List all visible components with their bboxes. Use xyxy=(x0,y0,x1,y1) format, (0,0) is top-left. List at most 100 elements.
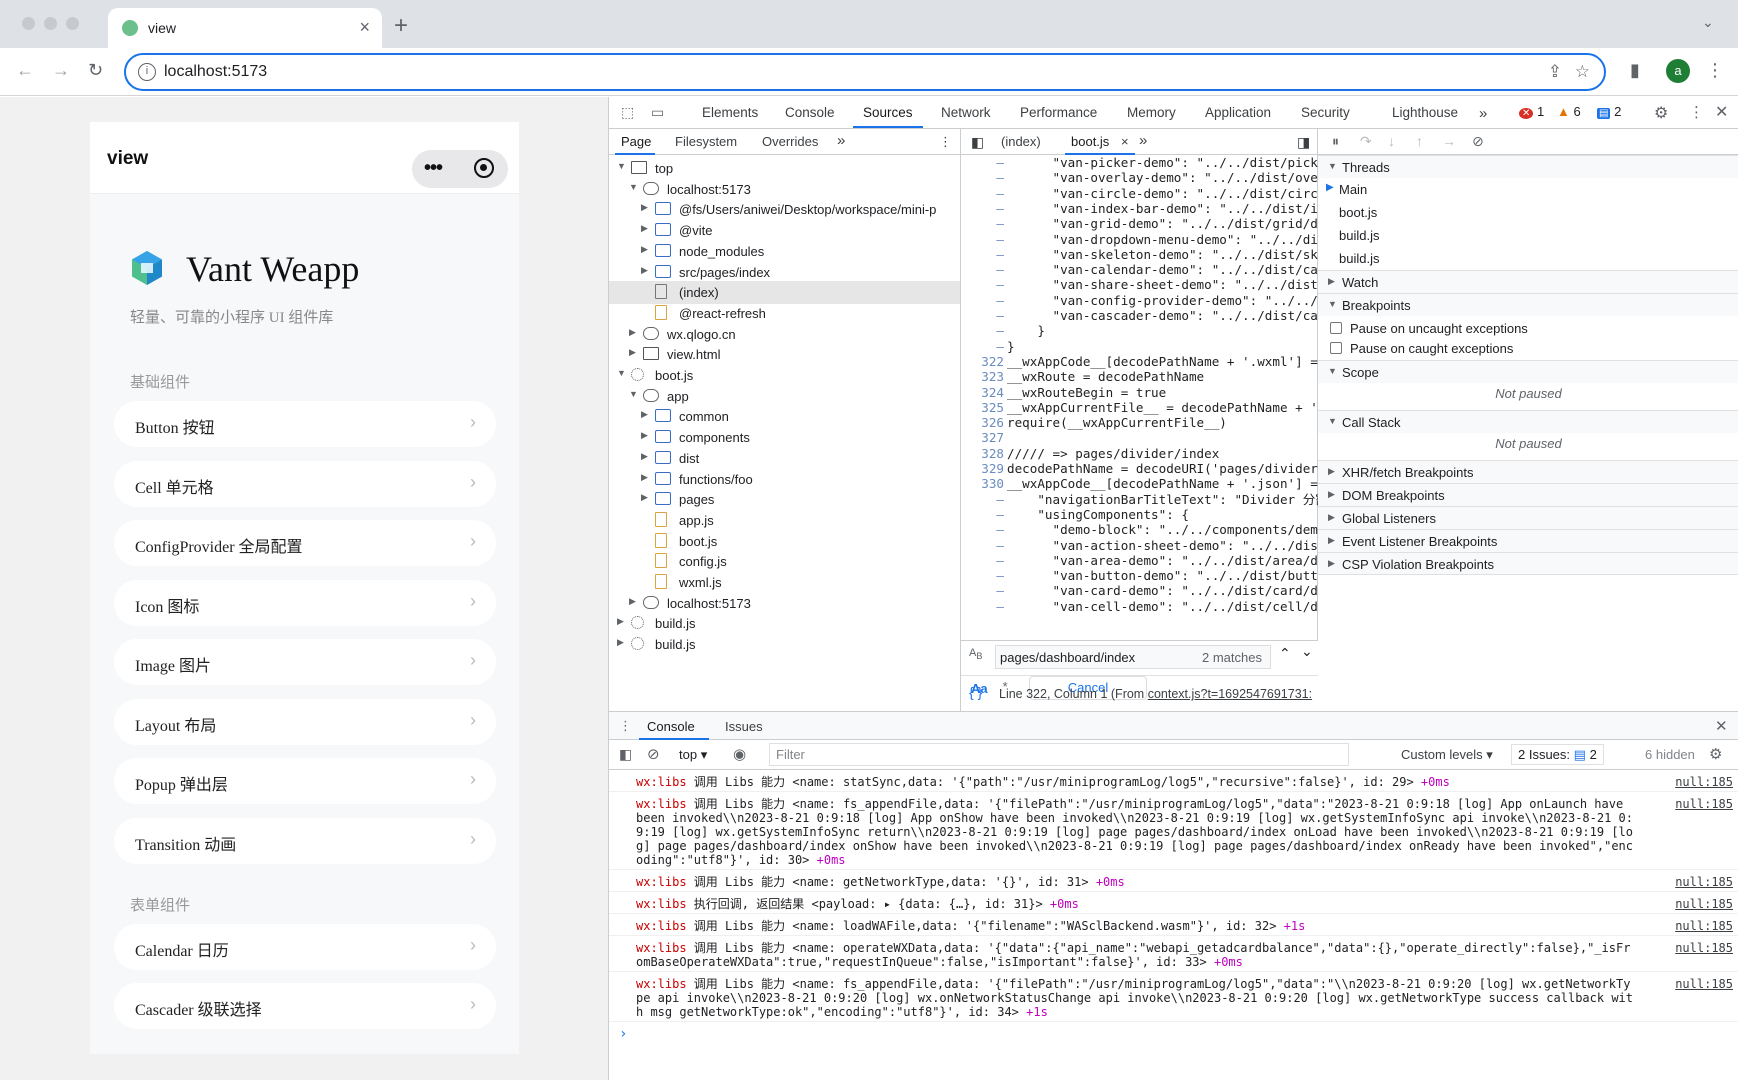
line-number[interactable]: – xyxy=(961,583,1004,598)
line-number[interactable]: – xyxy=(961,216,1004,231)
close-drawer-icon[interactable]: ✕ xyxy=(1715,717,1728,735)
line-number[interactable]: 323 xyxy=(961,369,1004,384)
line-number[interactable]: – xyxy=(961,553,1004,568)
line-number[interactable]: – xyxy=(961,155,1004,170)
component-item[interactable]: Transition 动画 › xyxy=(114,818,496,864)
tab-overrides[interactable]: Overrides xyxy=(762,134,818,149)
tree-item[interactable]: @react-refresh xyxy=(609,302,960,325)
component-item[interactable]: Calendar 日历 › xyxy=(114,924,496,970)
collapse-arrow-icon[interactable]: ▶ xyxy=(641,451,648,462)
zoom-window-dot[interactable] xyxy=(66,17,79,30)
global-listeners-section[interactable]: ▶ Global Listeners xyxy=(1318,506,1738,529)
tree-item[interactable]: ▼ boot.js xyxy=(609,364,960,387)
component-item[interactable]: Image 图片 › xyxy=(114,639,496,685)
device-toolbar-icon[interactable]: ▭ xyxy=(651,104,664,121)
live-expression-eye-icon[interactable]: ◉ xyxy=(733,745,746,763)
component-item[interactable]: Cell 单元格 › xyxy=(114,461,496,507)
collapse-arrow-icon[interactable]: ▶ xyxy=(617,637,624,648)
editor-tab-index[interactable]: (index) xyxy=(1001,134,1041,149)
minimize-window-dot[interactable] xyxy=(44,17,57,30)
tree-item[interactable]: ▶ dist xyxy=(609,447,960,470)
pause-uncaught-checkbox[interactable] xyxy=(1330,322,1342,334)
step-icon[interactable]: → xyxy=(1442,133,1456,149)
line-number[interactable]: – xyxy=(961,232,1004,247)
more-tabs-icon[interactable]: » xyxy=(1479,105,1487,122)
thread-main[interactable]: ▶ Main xyxy=(1318,178,1738,201)
browser-menu-icon[interactable]: ⋮ xyxy=(1706,60,1724,81)
tree-item[interactable]: ▶ view.html xyxy=(609,343,960,366)
threads-section[interactable]: ▼ Threads xyxy=(1318,155,1738,178)
tab-sources[interactable]: Sources xyxy=(863,105,913,120)
xhr-breakpoints-section[interactable]: ▶ XHR/fetch Breakpoints xyxy=(1318,460,1738,483)
csp-breakpoints-section[interactable]: ▶ CSP Violation Breakpoints xyxy=(1318,552,1738,575)
close-editor-tab-icon[interactable]: × xyxy=(1121,134,1129,149)
line-number[interactable]: – xyxy=(961,522,1004,537)
tab-lighthouse[interactable]: Lighthouse xyxy=(1392,105,1458,120)
tree-item[interactable]: ▼ localhost:5173 xyxy=(609,178,960,201)
previous-match-icon[interactable]: ⌃ xyxy=(1279,645,1291,662)
line-number[interactable]: – xyxy=(961,308,1004,323)
tree-item[interactable]: ▶ functions/foo xyxy=(609,468,960,491)
back-icon[interactable]: ← xyxy=(16,60,34,81)
find-input[interactable]: pages/dashboard/index 2 matches xyxy=(995,645,1271,669)
collapse-arrow-icon[interactable]: ▶ xyxy=(641,202,648,213)
event-listener-breakpoints-section[interactable]: ▶ Event Listener Breakpoints xyxy=(1318,529,1738,552)
collapse-arrow-icon[interactable]: ▶ xyxy=(617,616,624,627)
line-number[interactable]: 329 xyxy=(961,461,1004,476)
bookmark-star-icon[interactable]: ☆ xyxy=(1575,62,1590,82)
tab-filesystem[interactable]: Filesystem xyxy=(675,134,737,149)
component-item[interactable]: Icon 图标 › xyxy=(114,580,496,626)
more-tabs-icon[interactable]: » xyxy=(837,132,845,149)
replace-toggle-icon[interactable]: AB xyxy=(969,647,982,661)
issues-button[interactable]: 2 Issues: ▤ 2 xyxy=(1511,744,1604,765)
more-menu-icon[interactable]: ••• xyxy=(424,157,443,180)
component-item[interactable]: Cascader 级联选择 › xyxy=(114,983,496,1029)
thread-item[interactable]: build.js xyxy=(1318,247,1738,270)
forward-icon[interactable]: → xyxy=(52,60,70,81)
error-badge[interactable]: ✕ 1 xyxy=(1519,104,1545,119)
line-number[interactable]: – xyxy=(961,186,1004,201)
line-number[interactable]: – xyxy=(961,538,1004,553)
devtools-menu-icon[interactable]: ⋮ xyxy=(1689,103,1704,121)
step-into-icon[interactable]: ↓ xyxy=(1388,133,1395,149)
message-source-link[interactable]: null:185 xyxy=(1675,875,1733,889)
line-number[interactable]: – xyxy=(961,277,1004,292)
collapse-arrow-icon[interactable]: ▶ xyxy=(641,265,648,276)
line-number[interactable]: – xyxy=(961,293,1004,308)
collapse-arrow-icon[interactable]: ▶ xyxy=(629,347,636,358)
console-filter-input[interactable]: Filter xyxy=(769,743,1349,766)
tree-item[interactable]: app.js xyxy=(609,509,960,532)
avatar[interactable]: a xyxy=(1666,59,1690,83)
scope-section[interactable]: ▼ Scope xyxy=(1318,360,1738,383)
collapse-arrow-icon[interactable]: ▶ xyxy=(629,596,636,607)
line-number[interactable]: – xyxy=(961,339,1004,354)
tree-item[interactable]: ▶ common xyxy=(609,405,960,428)
drawer-tab-console[interactable]: Console xyxy=(647,719,695,734)
component-item[interactable]: Button 按钮 › xyxy=(114,401,496,447)
pause-icon[interactable]: ⏸ xyxy=(1332,133,1339,150)
pretty-print-icon[interactable]: { } xyxy=(969,684,982,700)
collapse-arrow-icon[interactable]: ▶ xyxy=(641,223,648,234)
step-over-icon[interactable]: ↷ xyxy=(1360,133,1372,150)
close-devtools-icon[interactable]: ✕ xyxy=(1715,102,1728,122)
line-number[interactable]: 325 xyxy=(961,400,1004,415)
line-number[interactable]: 322 xyxy=(961,354,1004,369)
pause-caught-checkbox[interactable] xyxy=(1330,342,1342,354)
message-source-link[interactable]: null:185 xyxy=(1675,797,1733,811)
close-window-dot[interactable] xyxy=(22,17,35,30)
tab-search-chevron-icon[interactable]: ⌄ xyxy=(1702,14,1714,31)
tab-console[interactable]: Console xyxy=(785,105,835,120)
message-source-link[interactable]: null:185 xyxy=(1675,897,1733,911)
message-source-link[interactable]: null:185 xyxy=(1675,919,1733,933)
clear-console-icon[interactable]: ⊘ xyxy=(647,745,660,763)
tree-item[interactable]: ▶ components xyxy=(609,426,960,449)
component-item[interactable]: ConfigProvider 全局配置 › xyxy=(114,520,496,566)
tab-application[interactable]: Application xyxy=(1205,105,1271,120)
tree-item[interactable]: config.js xyxy=(609,550,960,573)
expand-arrow-icon[interactable]: ▼ xyxy=(629,182,638,192)
site-info-icon[interactable]: i xyxy=(138,63,156,81)
line-number[interactable]: 327 xyxy=(961,430,1004,445)
tree-item[interactable]: ▶ @vite xyxy=(609,219,960,242)
message-source-link[interactable]: null:185 xyxy=(1675,775,1733,789)
tree-item[interactable]: ▶ src/pages/index xyxy=(609,261,960,284)
